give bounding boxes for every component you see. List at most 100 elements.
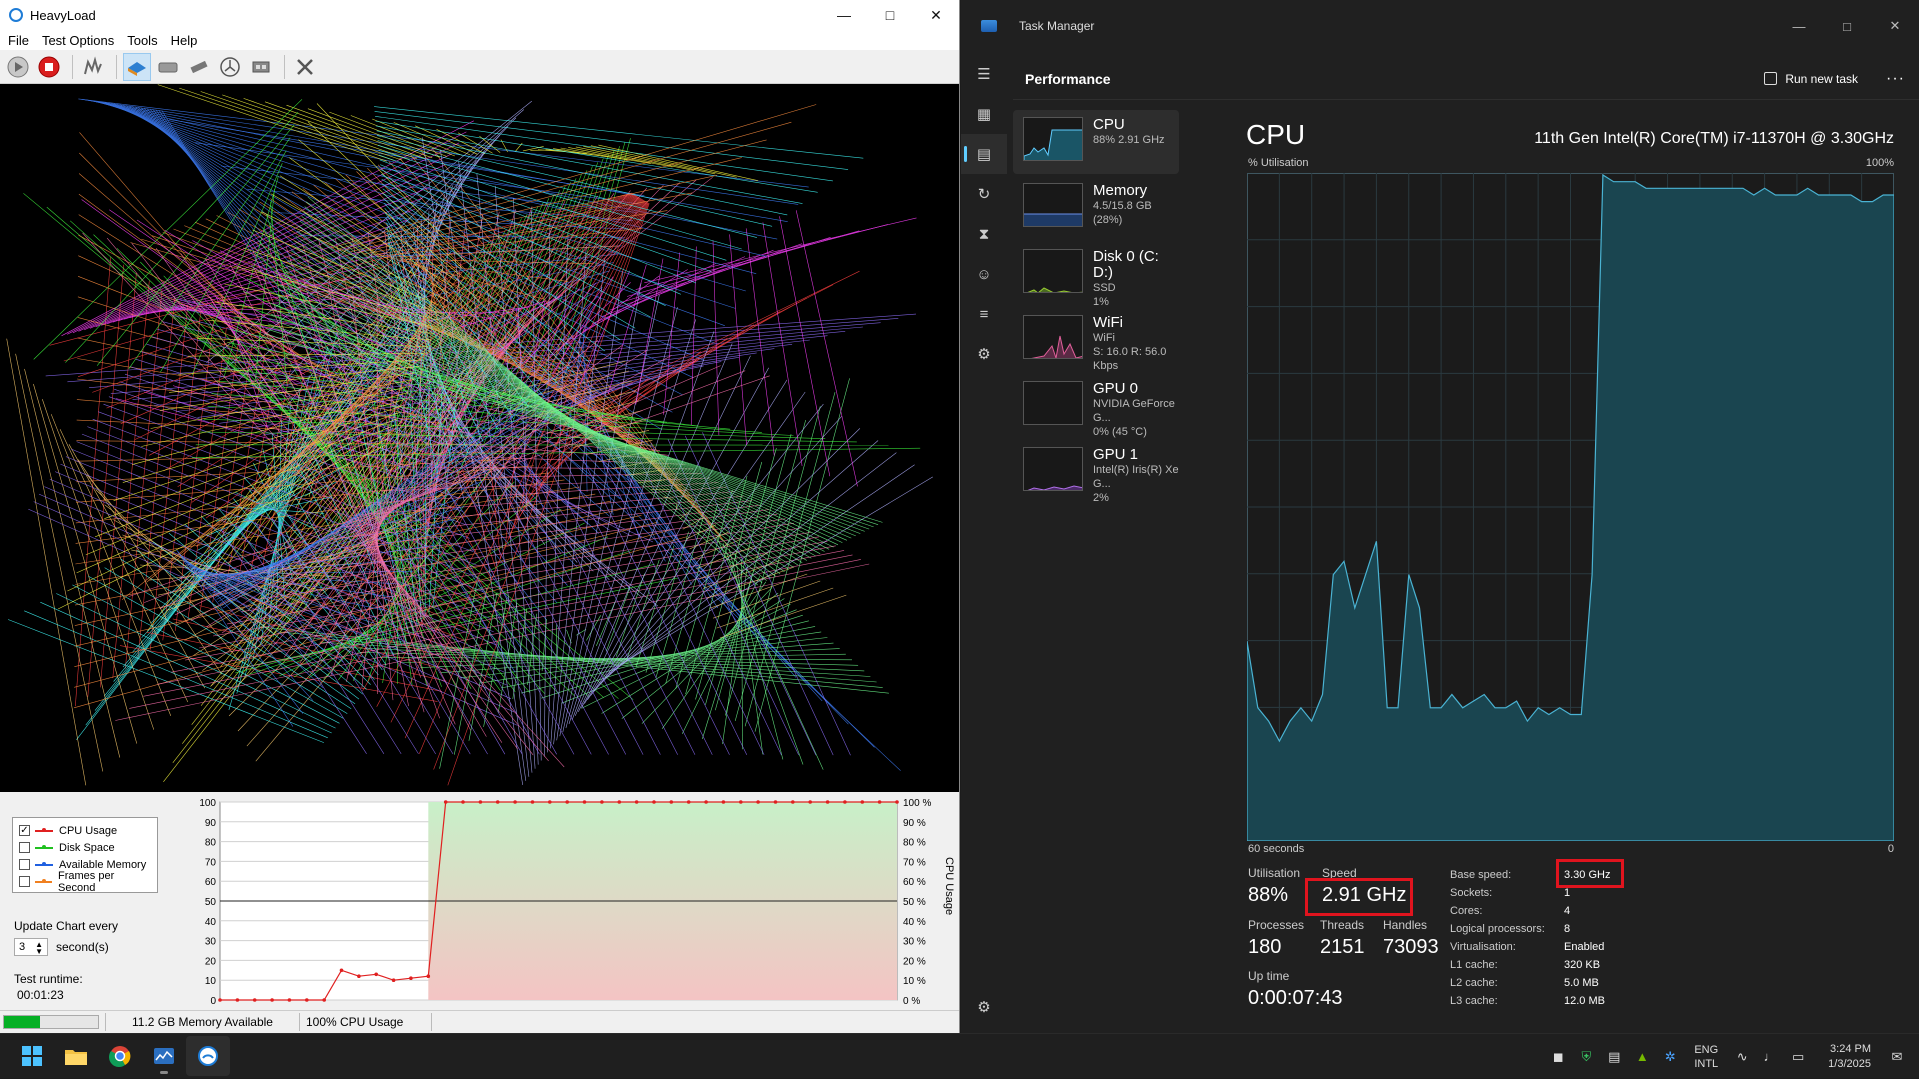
clock-icon[interactable] [216,53,244,81]
cpu-usage-point [357,974,361,978]
task-manager-icon[interactable] [142,1036,186,1076]
memory-icon[interactable] [185,53,213,81]
close-button[interactable]: ✕ [1871,18,1919,34]
file-explorer-icon[interactable] [54,1036,98,1076]
update-interval-spinner[interactable]: 3 ▲▼ [14,938,48,956]
heavyload-icon[interactable] [186,1036,230,1076]
resource-name: WiFi [1093,315,1179,331]
stop-icon[interactable] [35,53,63,81]
resource-cpu[interactable]: CPU 88% 2.91 GHz [1013,110,1179,174]
maximize-button[interactable]: □ [867,0,913,30]
legend-swatch [35,864,53,866]
chrome-icon[interactable] [98,1036,142,1076]
cpu-usage-point [843,800,847,804]
minimize-button[interactable]: — [821,0,867,30]
wifi-thumbnail [1023,315,1083,359]
gpu-stress-icon[interactable] [123,53,151,81]
update-interval-value[interactable]: 3 [19,941,25,953]
update-chart-label: Update Chart every [14,919,118,933]
cpu-usage-point [583,800,587,804]
status-separator [431,1013,432,1031]
tray-device-icon[interactable]: ▤ [1600,1042,1628,1072]
play-icon[interactable] [4,53,32,81]
cpu-usage-point [670,800,674,804]
performance-icon[interactable]: ▤ [961,134,1007,174]
art-line [120,646,438,702]
run-new-task-button[interactable]: Run new task [1764,72,1858,86]
graph-time-label: 60 seconds [1248,843,1304,855]
chip-icon[interactable] [247,53,275,81]
app-history-icon[interactable]: ↻ [961,174,1007,214]
legend-cpu-usage[interactable]: ✓ CPU Usage [19,822,151,839]
clock[interactable]: 3:24 PM 1/3/2025 [1828,1042,1871,1072]
menu-help[interactable]: Help [171,33,198,48]
disk-icon[interactable] [154,53,182,81]
details-icon[interactable]: ≡ [961,294,1007,334]
stat-label: Handles [1383,918,1439,932]
nvidia-icon[interactable]: ▲ [1628,1042,1656,1072]
resource-sub: NVIDIA GeForce G... [1093,397,1179,425]
cpu-usage-checkbox[interactable]: ✓ [19,825,30,836]
progress-fill [4,1016,40,1028]
legend-disk-space[interactable]: Disk Space [19,839,151,856]
available-memory-checkbox[interactable] [19,859,30,870]
memory-thumbnail [1023,183,1083,227]
status-memory: 11.2 GB Memory Available [132,1015,273,1029]
disk-space-checkbox[interactable] [19,842,30,853]
users-icon[interactable]: ☺ [961,254,1007,294]
bluetooth-icon[interactable]: ✲ [1656,1042,1684,1072]
cpu-usage-chart: 1009080706050403020100 100 %90 %80 %70 %… [188,792,958,1010]
legend-swatch [35,830,53,832]
cpu-usage-point [791,800,795,804]
task-manager-titlebar[interactable]: Task Manager — □ ✕ [961,0,1919,52]
resource-name: Disk 0 (C: D:) [1093,249,1179,281]
menu-file[interactable]: File [8,33,29,48]
legend-frames-per-second[interactable]: Frames per Second [19,873,151,890]
heavyload-titlebar[interactable]: HeavyLoad — □ ✕ [0,0,959,30]
minimize-button[interactable]: — [1775,19,1823,34]
chart-legend: ✓ CPU Usage Disk Space Available Memory … [12,817,158,893]
cpu-stress-icon[interactable] [79,53,107,81]
security-shield-icon[interactable]: ⛨ [1572,1042,1600,1072]
legend-label: Frames per Second [58,870,151,894]
settings-icon[interactable]: ⚙ [961,987,1007,1027]
windows-start-icon[interactable] [10,1036,54,1076]
menu-tools[interactable]: Tools [127,33,157,48]
services-icon[interactable]: ⚙ [961,334,1007,374]
battery-icon[interactable]: ▭ [1784,1042,1812,1072]
volume-icon[interactable]: ♩ [1756,1042,1784,1072]
maximize-button[interactable]: □ [1823,19,1871,34]
tray-app-icon[interactable]: ◼ [1544,1042,1572,1072]
art-line [479,477,626,754]
processes-icon[interactable]: ▦ [961,94,1007,134]
spinner-arrows-icon[interactable]: ▲▼ [35,941,43,953]
cpu-usage-point [409,976,413,980]
resource-wifi[interactable]: WiFi WiFi S: 16.0 R: 56.0 Kbps [1013,308,1179,372]
more-options-button[interactable]: ··· [1886,70,1905,88]
wifi-icon[interactable]: ∿ [1728,1042,1756,1072]
frames-per-second-checkbox[interactable] [19,876,30,887]
art-line [44,487,507,686]
cpu-usage-point [687,800,691,804]
art-line [461,638,828,678]
resource-gpu1[interactable]: GPU 1 Intel(R) Iris(R) Xe G... 2% [1013,440,1179,504]
spec-cores: Cores:4 [1450,902,1610,920]
gpu-stress-canvas [0,84,959,792]
gpu-stress-line-art [0,84,959,792]
art-line [616,574,645,657]
cpu-usage-point [808,800,812,804]
hamburger-menu-icon[interactable]: ☰ [961,54,1007,94]
notification-bell-icon[interactable]: ✉ [1883,1042,1911,1072]
startup-apps-icon[interactable]: ⧗ [961,214,1007,254]
resource-memory[interactable]: Memory 4.5/15.8 GB (28%) [1013,176,1179,240]
tools-icon[interactable] [291,53,319,81]
art-line [375,111,848,169]
task-manager-app-icon [981,20,997,32]
resource-gpu0[interactable]: GPU 0 NVIDIA GeForce G... 0% (45 °C) [1013,374,1179,438]
menu-test-options[interactable]: Test Options [42,33,114,48]
resource-disk[interactable]: Disk 0 (C: D:) SSD 1% [1013,242,1179,306]
stat-label: Processes [1248,918,1304,932]
cpu-usage-point [756,800,760,804]
input-language[interactable]: ENG INTL [1694,1043,1718,1071]
close-button[interactable]: ✕ [913,0,959,30]
